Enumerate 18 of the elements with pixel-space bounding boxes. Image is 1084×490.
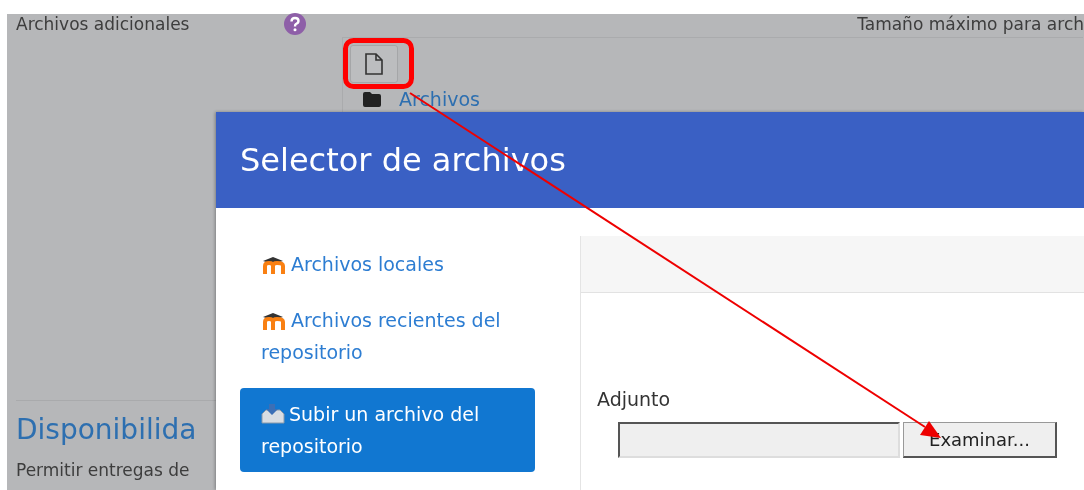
moodle-logo-icon [261, 310, 287, 330]
upload-tray-icon [261, 402, 285, 424]
file-icon [365, 53, 383, 75]
folder-icon [363, 91, 381, 107]
file-input-field[interactable] [618, 422, 900, 458]
field-label: Archivos adicionales [16, 14, 191, 34]
max-size-text: Tamaño máximo para arch [857, 14, 1084, 34]
help-icon[interactable] [284, 13, 306, 35]
attachment-label: Adjunto [597, 388, 672, 410]
moodle-logo-icon [261, 254, 287, 274]
section-title: Disponibilida [16, 413, 197, 446]
section-text: Permitir entregas de [16, 460, 190, 480]
repository-item[interactable]: Archivos recientes del repositorio [240, 300, 535, 374]
repository-item[interactable]: Archivos locales [240, 244, 535, 286]
browse-button[interactable]: Examinar... [903, 422, 1057, 458]
add-file-button[interactable] [350, 45, 398, 83]
repository-item[interactable]: Subir un archivo del repositorio [240, 388, 535, 472]
highlight-frame [343, 38, 414, 89]
